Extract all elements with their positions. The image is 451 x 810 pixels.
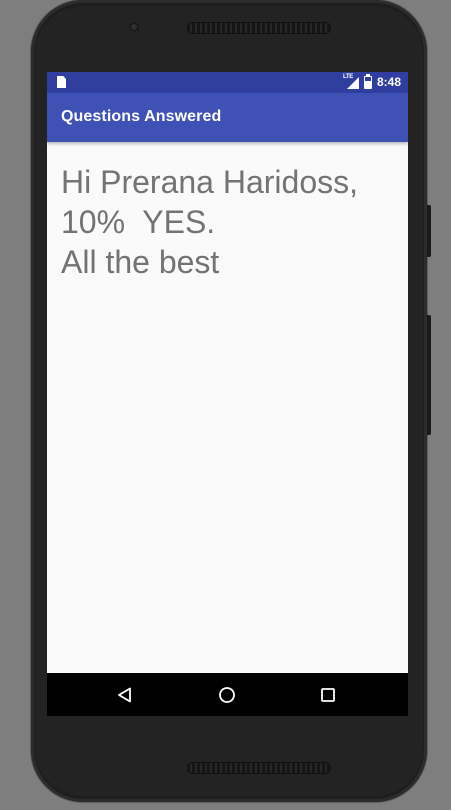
power-button[interactable]	[427, 205, 431, 257]
recents-button[interactable]	[298, 673, 358, 716]
back-button[interactable]	[95, 673, 155, 716]
lte-signal-icon: LTE	[342, 74, 359, 89]
home-button[interactable]	[197, 673, 257, 716]
app-title: Questions Answered	[61, 108, 222, 125]
status-icons: LTE 8:48	[342, 74, 401, 90]
sd-card-icon	[57, 76, 66, 88]
app-screen: LTE 8:48 Questions Answered Hi Prerana H…	[47, 72, 408, 716]
back-icon	[118, 687, 131, 702]
status-clock: 8:48	[376, 75, 401, 89]
network-label: LTE	[342, 74, 353, 80]
home-icon	[219, 686, 235, 703]
battery-icon	[363, 74, 372, 89]
closing-line: All the best	[61, 244, 220, 280]
score-line: 10% YES.	[61, 204, 216, 240]
top-speaker-grille	[187, 22, 331, 34]
volume-button[interactable]	[427, 315, 431, 435]
recents-icon	[321, 687, 335, 702]
app-bar: Questions Answered	[47, 93, 408, 142]
status-bar: LTE 8:48	[47, 72, 408, 93]
result-message: Hi Prerana Haridoss, 10% YES. All the be…	[61, 162, 401, 282]
bottom-speaker-grille	[187, 762, 331, 774]
battery-level	[364, 81, 371, 88]
navigation-bar	[47, 673, 408, 716]
front-camera	[129, 22, 139, 32]
greeting-line: Hi Prerana Haridoss,	[61, 164, 358, 200]
